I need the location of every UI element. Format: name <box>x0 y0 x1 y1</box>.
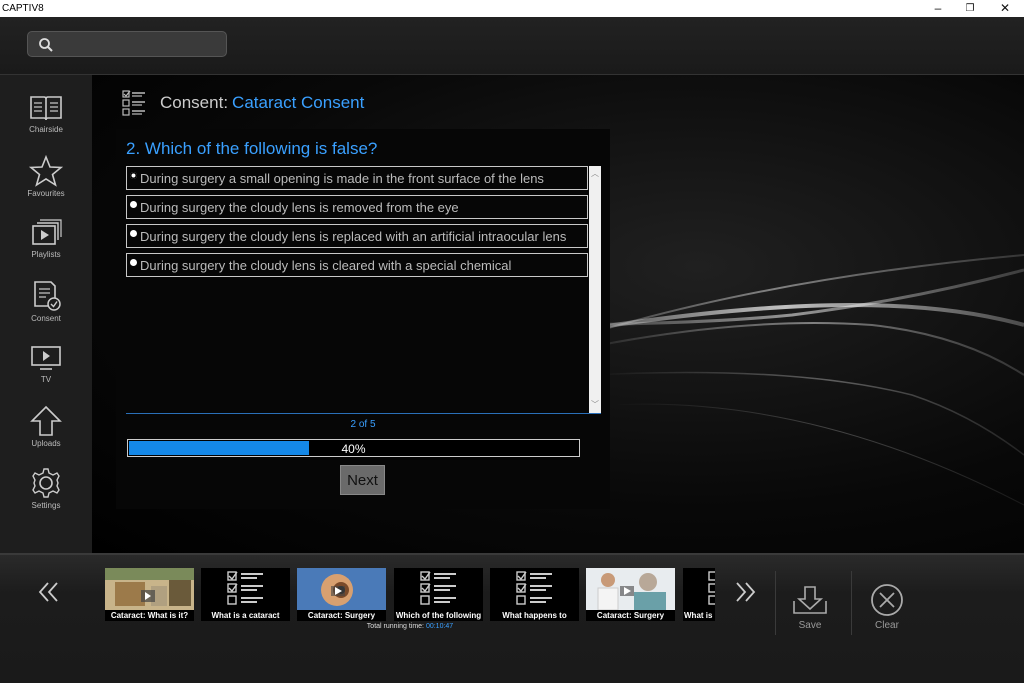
sidebar-item-label: Settings <box>31 501 61 510</box>
answer-option[interactable]: During surgery the cloudy lens is cleare… <box>126 253 588 277</box>
sidebar-item-label: Consent <box>31 314 61 323</box>
checklist-icon <box>420 571 456 605</box>
scroll-down-icon[interactable]: ﹀ <box>589 399 601 411</box>
star-icon <box>29 155 63 187</box>
radio-button[interactable] <box>130 201 137 208</box>
sidebar-item-uploads[interactable]: Uploads <box>0 405 92 463</box>
playlist-item[interactable]: What is a cataract <box>201 568 290 621</box>
title-bar: CAPTIV8 – ❐ ✕ <box>0 0 1024 17</box>
maximize-button[interactable]: ❐ <box>953 0 987 17</box>
clear-label: Clear <box>875 620 899 631</box>
radio-button[interactable] <box>130 172 137 179</box>
close-button[interactable]: ✕ <box>988 0 1022 17</box>
checklist-icon <box>516 571 552 605</box>
sidebar-item-label: Chairside <box>29 125 63 134</box>
sidebar-item-chairside[interactable]: Chairside <box>0 93 92 151</box>
scroll-right-icon[interactable] <box>730 577 760 607</box>
running-time-label: Total running time: <box>366 623 424 630</box>
download-icon <box>793 586 827 614</box>
book-icon <box>30 96 62 121</box>
playlist-icon <box>32 219 62 245</box>
question-text: 2. Which of the following is false? <box>126 139 378 158</box>
tv-icon <box>31 346 61 370</box>
sidebar-item-label: Favourites <box>27 189 65 198</box>
sidebar-item-label: Playlists <box>31 250 61 259</box>
minimize-button[interactable]: – <box>921 0 955 17</box>
playlist-item[interactable]: Cataract: Surgery <box>297 568 386 621</box>
answer-text: During surgery the cloudy lens is replac… <box>140 229 567 244</box>
sidebar-item-label: Uploads <box>31 439 61 448</box>
top-bar <box>0 17 1024 75</box>
progress-bar: 40% <box>127 439 580 457</box>
close-circle-icon <box>871 584 903 616</box>
scroll-left-icon[interactable] <box>34 577 64 607</box>
playlist-item[interactable]: What happens to <box>490 568 579 621</box>
quiz-panel: 2. Which of the following is false? Duri… <box>116 129 610 509</box>
consent-name: Cataract Consent <box>232 93 365 112</box>
playlist-item-caption: Cataract: What is it? <box>105 610 194 621</box>
gear-icon <box>32 468 60 498</box>
next-button[interactable]: Next <box>340 465 385 495</box>
answers-scrollbar[interactable]: ︿ ﹀ <box>589 166 601 413</box>
checklist-icon <box>708 571 715 605</box>
sidebar-item-playlists[interactable]: Playlists <box>0 218 92 276</box>
playlist-item-caption: What happens to <box>490 610 579 621</box>
save-button[interactable]: Save <box>780 583 840 631</box>
video-thumbnail <box>105 568 194 610</box>
search-icon <box>39 38 53 52</box>
sidebar-item-settings[interactable]: Settings <box>0 467 92 525</box>
header-prefix: Consent: <box>160 93 229 112</box>
save-label: Save <box>798 620 822 631</box>
divider <box>851 571 852 635</box>
page-header: Consent: Cataract Consent <box>122 89 364 117</box>
playlist-strip: Cataract: What is it? What is a cataract… <box>105 568 715 623</box>
playlist-item-caption: What is a cataract <box>201 610 290 621</box>
app-title: CAPTIV8 <box>2 3 44 14</box>
clear-button[interactable]: Clear <box>857 583 917 631</box>
sidebar-item-consent[interactable]: Consent <box>0 280 92 338</box>
playlist-item[interactable]: What is <box>683 568 715 621</box>
search-input[interactable] <box>58 35 218 53</box>
running-time-value: 00:10:47 <box>425 623 454 630</box>
upload-icon <box>30 405 62 436</box>
answer-option[interactable]: During surgery a small opening is made i… <box>126 166 588 190</box>
checklist-icon <box>227 571 263 605</box>
sidebar-item-tv[interactable]: TV <box>0 343 92 401</box>
answer-text: During surgery the cloudy lens is cleare… <box>140 258 512 273</box>
playlist-item[interactable]: Cataract: Surgery <box>586 568 675 621</box>
scroll-up-icon[interactable]: ︿ <box>589 168 601 180</box>
answer-option[interactable]: During surgery the cloudy lens is remove… <box>126 195 588 219</box>
sidebar-item-favourites[interactable]: Favourites <box>0 155 92 213</box>
sidebar: Chairside Favourites Playlists Consent T… <box>0 75 92 553</box>
question-pager: 2 of 5 <box>350 419 376 430</box>
consent-icon <box>34 281 61 311</box>
divider <box>775 571 776 635</box>
main-content: Consent: Cataract Consent 2. Which of th… <box>92 75 1024 553</box>
radio-button[interactable] <box>130 259 137 266</box>
sidebar-item-label: TV <box>40 375 52 384</box>
search-box[interactable] <box>27 31 227 57</box>
playlist-item-caption: Cataract: Surgery <box>297 610 386 621</box>
radio-button[interactable] <box>130 230 137 237</box>
playlist-item-caption: What is <box>683 610 715 621</box>
running-time: Total running time: 00:10:47 <box>105 623 715 630</box>
playlist-item[interactable]: Which of the following <box>394 568 483 621</box>
progress-label: 40% <box>341 442 366 456</box>
playlist-item[interactable]: Cataract: What is it? <box>105 568 194 621</box>
checklist-icon <box>122 90 145 116</box>
playlist-item-caption: Cataract: Surgery <box>586 610 675 621</box>
answer-list: During surgery a small opening is made i… <box>126 166 601 414</box>
playlist-item-caption: Which of the following <box>394 610 483 621</box>
answer-option[interactable]: During surgery the cloudy lens is replac… <box>126 224 588 248</box>
playlist-bar: Cataract: What is it? What is a cataract… <box>0 553 1024 683</box>
answer-text: During surgery a small opening is made i… <box>140 171 544 186</box>
video-thumbnail <box>586 568 675 611</box>
video-thumbnail <box>297 568 386 610</box>
answer-text: During surgery the cloudy lens is remove… <box>140 200 459 215</box>
